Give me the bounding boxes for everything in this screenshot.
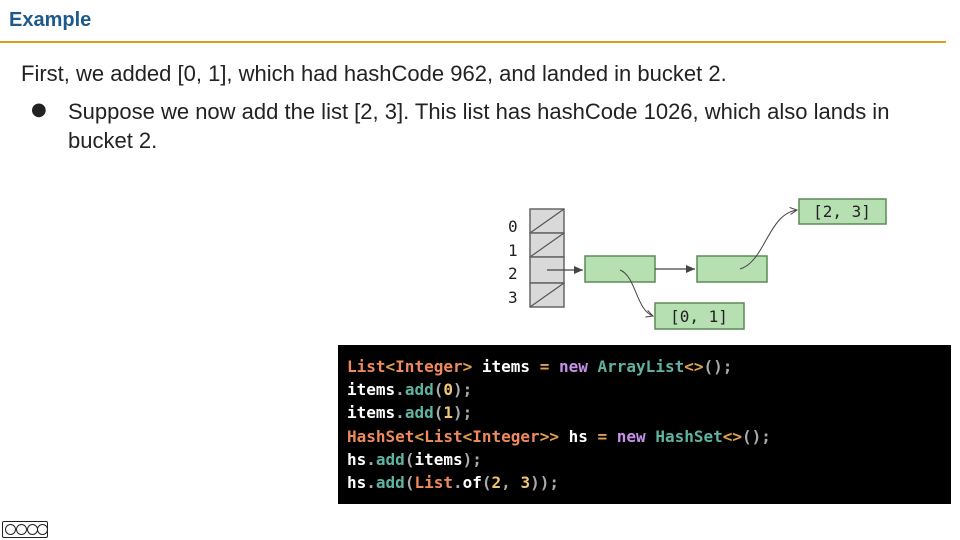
code-block: List<Integer> items = new ArrayList<>();… bbox=[338, 345, 951, 504]
code-token: . bbox=[366, 473, 376, 492]
code-token: (); bbox=[742, 427, 771, 446]
value-label-2-3: [2, 3] bbox=[813, 202, 871, 221]
code-token: items bbox=[347, 403, 396, 422]
bucket-array bbox=[529, 208, 565, 308]
code-token: add bbox=[404, 380, 434, 399]
code-token: ( bbox=[433, 380, 444, 399]
cc-license-icon bbox=[2, 521, 48, 538]
code-line-5: hs.add(items); bbox=[347, 450, 482, 469]
code-token: hs bbox=[347, 473, 367, 492]
code-token: )); bbox=[530, 473, 559, 492]
code-line-4: HashSet<List<Integer>> hs = new HashSet<… bbox=[347, 427, 771, 446]
code-token: of bbox=[462, 473, 482, 492]
code-token: Integer bbox=[472, 427, 540, 446]
code-line-1: List<Integer> items = new ArrayList<>(); bbox=[347, 357, 732, 376]
code-line-3: items.add(1); bbox=[347, 403, 472, 422]
code-token: . bbox=[366, 450, 376, 469]
code-token: = bbox=[539, 357, 550, 376]
bucket-index-1: 1 bbox=[508, 241, 518, 260]
code-token: add bbox=[375, 473, 405, 492]
code-token: ); bbox=[453, 380, 473, 399]
code-token: HashSet bbox=[655, 427, 723, 446]
code-token: 3 bbox=[520, 473, 531, 492]
code-token: new bbox=[558, 357, 588, 376]
bucket-index-0: 0 bbox=[508, 217, 518, 236]
code-token: add bbox=[375, 450, 405, 469]
code-token: . bbox=[395, 403, 405, 422]
code-token: ( bbox=[404, 450, 415, 469]
code-token: ( bbox=[481, 473, 492, 492]
code-token: 0 bbox=[443, 380, 453, 399]
code-line-2: items.add(0); bbox=[347, 380, 472, 399]
code-token: ); bbox=[462, 450, 482, 469]
code-token: ArrayList bbox=[597, 357, 685, 376]
code-token: 1 bbox=[443, 403, 453, 422]
code-token: ( bbox=[404, 473, 415, 492]
code-token: >> bbox=[539, 427, 559, 446]
code-token: List bbox=[414, 473, 453, 492]
code-line-6: hs.add(List.of(2, 3)); bbox=[347, 473, 559, 492]
bucket-index-2: 2 bbox=[508, 264, 518, 283]
value-label-0-1: [0, 1] bbox=[670, 307, 728, 326]
code-token: (); bbox=[703, 357, 733, 376]
code-token: , bbox=[501, 473, 521, 492]
list-node-2 bbox=[696, 255, 768, 283]
code-token: items bbox=[414, 450, 463, 469]
code-token: List bbox=[347, 357, 386, 376]
code-token: items bbox=[472, 357, 540, 376]
code-token: ( bbox=[433, 403, 444, 422]
code-token: <> bbox=[722, 427, 743, 446]
code-token: = bbox=[597, 427, 608, 446]
code-token: items bbox=[347, 380, 396, 399]
code-token: < bbox=[462, 427, 473, 446]
code-token: Integer bbox=[395, 357, 463, 376]
code-token: <> bbox=[684, 357, 704, 376]
code-token: > bbox=[462, 357, 473, 376]
code-token: . bbox=[395, 380, 405, 399]
code-token: List bbox=[424, 427, 463, 446]
code-token: hs bbox=[347, 450, 367, 469]
code-token: . bbox=[452, 473, 463, 492]
code-token: new bbox=[616, 427, 646, 446]
code-token: ); bbox=[453, 403, 473, 422]
code-token: 2 bbox=[491, 473, 502, 492]
bucket-index-3: 3 bbox=[508, 288, 518, 307]
code-token: hs bbox=[558, 427, 598, 446]
code-token: add bbox=[404, 403, 434, 422]
code-token: < bbox=[414, 427, 425, 446]
code-token: < bbox=[385, 357, 396, 376]
list-node-1 bbox=[584, 255, 656, 283]
code-token: HashSet bbox=[347, 427, 415, 446]
